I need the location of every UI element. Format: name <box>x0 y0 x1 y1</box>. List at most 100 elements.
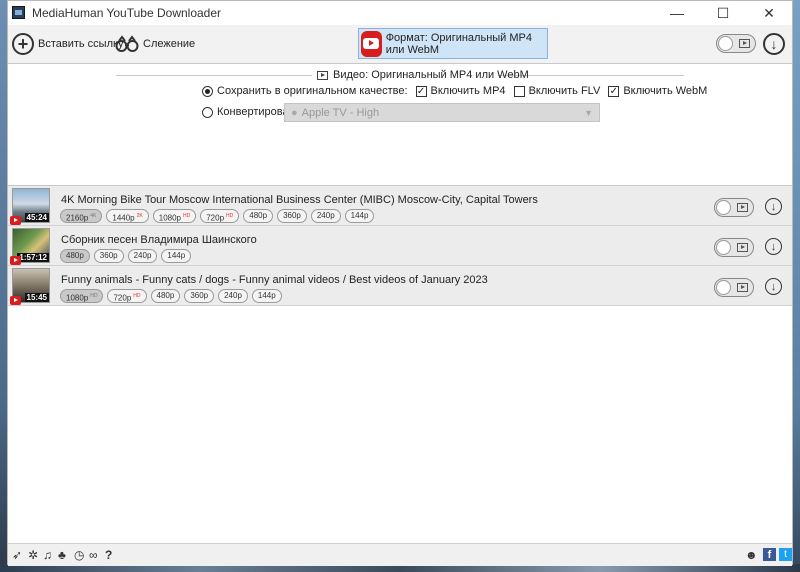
download-button[interactable]: ↓ <box>765 278 782 295</box>
download-icon: ↓ <box>770 240 777 253</box>
video-icon <box>739 39 750 48</box>
toolbar: + Вставить ссылку Слежение Формат: Ориги… <box>8 25 792 64</box>
video-thumbnail: 1:57:12 <box>10 228 50 265</box>
quality-chip[interactable]: 480p <box>60 249 90 263</box>
app-window: MediaHuman YouTube Downloader — ☐ ✕ + Вс… <box>7 0 793 566</box>
youtube-icon <box>361 30 382 57</box>
list-item[interactable]: 15:45 Funny animals - Funny cats / dogs … <box>8 266 792 306</box>
download-icon: ↓ <box>770 280 777 293</box>
send-icon[interactable]: ➶ <box>12 548 22 562</box>
facebook-icon[interactable]: f <box>763 548 776 561</box>
quality-chip[interactable]: 144p <box>161 249 192 263</box>
settings-header-label: Видео: Оригинальный MP4 или WebM <box>333 69 529 81</box>
settings-header: Видео: Оригинальный MP4 или WebM <box>317 69 529 81</box>
bird-icon[interactable]: ♣ <box>58 548 66 562</box>
include-mp4-checkbox[interactable]: ✓ <box>415 85 427 97</box>
duration: 15:45 <box>24 293 49 302</box>
quality-chip[interactable]: 240p <box>127 249 158 263</box>
minimize-button[interactable]: — <box>654 1 700 25</box>
youtube-icon <box>10 296 21 305</box>
youtube-icon <box>10 256 21 265</box>
video-title: Funny animals - Funny cats / dogs - Funn… <box>61 274 488 286</box>
video-icon <box>317 70 328 80</box>
convert-preset-value: Apple TV - High <box>301 106 380 119</box>
video-icon <box>737 203 748 212</box>
video-list: 45:24 4K Morning Bike Tour Moscow Intern… <box>8 186 792 543</box>
include-webm-label: Включить WebM <box>623 85 708 97</box>
quality-list: 1080p HD 720p HD 480p 360p 240p 144p <box>60 289 282 303</box>
video-icon <box>737 243 748 252</box>
convert-preset-select[interactable]: ● Apple TV - High ▼ <box>284 103 600 122</box>
quality-chip[interactable]: 240p <box>310 209 341 223</box>
quality-chip[interactable]: 720p HD <box>107 289 147 303</box>
apple-icon: ● <box>291 106 298 119</box>
download-button[interactable]: ↓ <box>765 198 782 215</box>
quality-chip[interactable]: 2160p 4K <box>60 209 103 223</box>
plus-icon: + <box>12 33 34 55</box>
quality-chip[interactable]: 144p <box>251 289 282 303</box>
quality-list: 480p 360p 240p 144p <box>60 249 192 263</box>
format-settings-panel: Видео: Оригинальный MP4 или WebM Сохрани… <box>8 64 792 186</box>
keep-original-radio[interactable] <box>202 85 213 97</box>
video-icon <box>737 283 748 292</box>
convert-radio[interactable] <box>202 106 213 118</box>
video-mode-toggle[interactable] <box>714 278 754 297</box>
quality-list: 2160p 4K 1440p 2K 1080p HD 720p HD 480p 360p… <box>60 209 375 223</box>
format-label: Формат: Оригинальный MP4 или WebM <box>385 31 532 56</box>
download-all-button[interactable]: ↓ <box>763 33 785 55</box>
quality-chip[interactable]: 1440p 2K <box>106 209 149 223</box>
video-mode-toggle[interactable] <box>714 238 754 257</box>
maximize-button[interactable]: ☐ <box>700 1 746 25</box>
duration: 45:24 <box>24 213 49 222</box>
quality-chip[interactable]: 360p <box>184 289 215 303</box>
bottom-bar: ➶ ✲ ♫ ♣ ◷ ∞ ? ☻ f t <box>8 543 792 566</box>
chevron-down-icon: ▼ <box>584 108 593 118</box>
video-title: 4K Morning Bike Tour Moscow Internationa… <box>61 194 538 206</box>
title-bar: MediaHuman YouTube Downloader — ☐ ✕ <box>8 1 792 25</box>
app-icon <box>12 6 25 19</box>
list-item[interactable]: 45:24 4K Morning Bike Tour Moscow Intern… <box>8 186 792 226</box>
format-button[interactable]: Формат: Оригинальный MP4 или WebM <box>358 28 548 59</box>
video-mode-toggle[interactable] <box>716 34 756 53</box>
window-title: MediaHuman YouTube Downloader <box>32 6 222 20</box>
help-icon[interactable]: ? <box>105 548 112 562</box>
quality-chip[interactable]: 480p <box>150 289 181 303</box>
clock-icon[interactable]: ◷ <box>74 548 84 562</box>
quality-chip[interactable]: 720p HD <box>200 209 240 223</box>
download-icon: ↓ <box>770 36 778 52</box>
binoculars-icon <box>115 35 139 52</box>
duration: 1:57:12 <box>17 253 49 262</box>
paste-link-label: Вставить ссылку <box>38 38 124 50</box>
quality-chip[interactable]: 144p <box>344 209 375 223</box>
video-title: Сборник песен Владимира Шаинского <box>61 234 257 246</box>
include-flv-checkbox[interactable] <box>513 85 525 97</box>
quality-chip[interactable]: 1080p HD <box>60 289 104 303</box>
keep-original-label: Сохранить в оригинальном качестве: <box>217 85 408 97</box>
keep-original-row: Сохранить в оригинальном качестве: ✓ Вкл… <box>202 85 707 97</box>
quality-chip[interactable]: 360p <box>277 209 307 223</box>
quality-chip[interactable]: 360p <box>93 249 124 263</box>
close-button[interactable]: ✕ <box>746 1 792 25</box>
paste-link-button[interactable]: + Вставить ссылку <box>12 31 123 57</box>
twitter-icon[interactable]: t <box>779 548 792 561</box>
gear-icon[interactable]: ✲ <box>28 548 38 562</box>
include-mp4-label: Включить MP4 <box>430 85 506 97</box>
binoculars-icon[interactable]: ∞ <box>89 548 98 562</box>
tracking-label: Слежение <box>143 38 196 50</box>
youtube-icon <box>10 216 21 225</box>
quality-chip[interactable]: 240p <box>218 289 248 303</box>
quality-chip[interactable]: 1080p HD <box>152 209 197 223</box>
quality-chip[interactable]: 480p <box>243 209 274 223</box>
include-flv-label: Включить FLV <box>528 85 601 97</box>
include-webm-checkbox[interactable]: ✓ <box>608 85 620 97</box>
download-icon: ↓ <box>770 200 777 213</box>
list-item[interactable]: 1:57:12 Сборник песен Владимира Шаинског… <box>8 226 792 266</box>
video-thumbnail: 45:24 <box>10 188 50 225</box>
tracking-button[interactable]: Слежение <box>115 31 195 57</box>
support-icon[interactable]: ☻ <box>745 548 758 562</box>
music-icon[interactable]: ♫ <box>43 548 52 562</box>
video-mode-toggle[interactable] <box>714 198 754 217</box>
video-thumbnail: 15:45 <box>10 268 50 305</box>
divider <box>116 75 312 76</box>
download-button[interactable]: ↓ <box>765 238 782 255</box>
